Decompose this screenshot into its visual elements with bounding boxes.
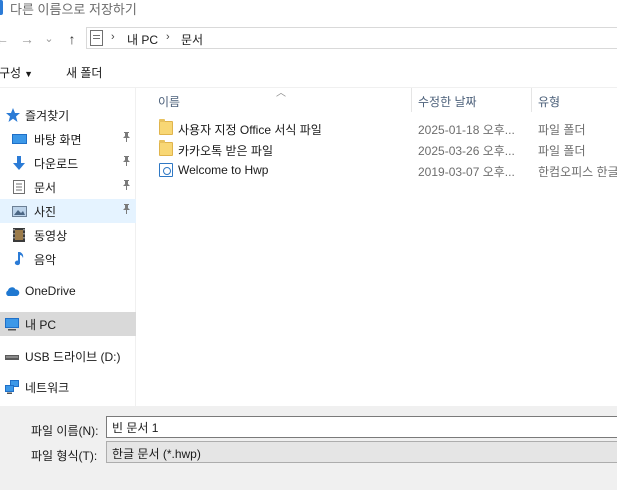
breadcrumb-separator: › (166, 31, 170, 43)
sidebar-item-onedrive[interactable]: OneDrive (0, 280, 136, 304)
recent-locations-button[interactable]: ⌄ (42, 29, 56, 49)
file-list: ︿ 이름 수정한 날짜 유형 사용자 지정 Office 서식 파일 2025-… (137, 88, 617, 406)
music-icon (14, 252, 24, 266)
chevron-down-icon: ▼ (24, 69, 34, 79)
cloud-icon (6, 287, 20, 296)
pictures-icon (12, 206, 27, 217)
column-divider[interactable] (531, 88, 532, 112)
folder-icon (159, 140, 173, 156)
star-icon (6, 108, 20, 122)
breadcrumb-documents[interactable]: 문서 (181, 31, 203, 48)
organize-button[interactable]: 구성 ▼ (0, 64, 33, 81)
sidebar-item-label: 네트워크 (25, 381, 70, 395)
sidebar-item-label: 다운로드 (34, 157, 79, 171)
pin-icon[interactable] (122, 156, 131, 169)
forward-button[interactable]: → (18, 29, 36, 49)
new-folder-button[interactable]: 새 폴더 (66, 64, 102, 81)
file-name: 사용자 지정 Office 서식 파일 (178, 123, 322, 137)
file-row[interactable]: Welcome to Hwp 2019-03-07 오후... 한컴오피스 한글 (155, 161, 617, 181)
sidebar-item-documents[interactable]: 문서 (0, 175, 136, 199)
breadcrumb-separator: › (111, 31, 115, 43)
sidebar-item-label: 즐겨찾기 (25, 109, 70, 123)
sidebar-item-usb-drive[interactable]: USB 드라이브 (D:) (0, 344, 136, 368)
organize-label: 구성 (0, 66, 22, 80)
filename-input[interactable] (106, 416, 617, 438)
navigation-bar: ← → ⌄ ↑ › 내 PC › 문서 (0, 26, 617, 52)
desktop-icon (12, 134, 27, 144)
sidebar-item-network[interactable]: 네트워크 (0, 375, 136, 399)
breadcrumb-my-pc[interactable]: 내 PC (127, 31, 158, 48)
download-icon (13, 156, 25, 170)
file-name: 카카오톡 받은 파일 (178, 144, 273, 158)
pin-icon[interactable] (122, 204, 131, 217)
hwp-file-icon (159, 163, 173, 177)
save-panel: 파일 이름(N): 파일 형식(T): 한글 문서 (*.hwp) (0, 406, 617, 490)
sidebar-item-label: 사진 (34, 205, 57, 219)
sidebar-item-music[interactable]: 음악 (0, 247, 136, 271)
sidebar-item-label: 음악 (34, 253, 57, 267)
filetype-label: 파일 형식(T): (31, 449, 98, 463)
network-icon (5, 380, 19, 394)
address-bar[interactable]: › 내 PC › 문서 (86, 27, 617, 49)
window-title: 다른 이름으로 저장하기 (10, 2, 137, 17)
sidebar-item-downloads[interactable]: 다운로드 (0, 151, 136, 175)
sidebar-item-quick-access[interactable]: 즐겨찾기 (0, 103, 136, 127)
document-icon (13, 180, 25, 194)
file-row[interactable]: 사용자 지정 Office 서식 파일 2025-01-18 오후... 파일 … (155, 119, 617, 139)
filename-label: 파일 이름(N): (31, 424, 99, 438)
command-bar: 구성 ▼ 새 폴더 (0, 56, 617, 88)
pin-icon[interactable] (122, 180, 131, 193)
file-type: 파일 폴더 (538, 123, 586, 137)
sidebar-item-desktop[interactable]: 바탕 화면 (0, 127, 136, 151)
file-type: 한컴오피스 한글 (538, 165, 617, 179)
filetype-value: 한글 문서 (*.hwp) (112, 447, 201, 461)
back-button[interactable]: ← (0, 29, 10, 49)
pin-icon[interactable] (122, 132, 131, 145)
up-button[interactable]: ↑ (63, 29, 81, 49)
column-header-name[interactable]: 이름 (158, 93, 180, 110)
sidebar-item-pictures[interactable]: 사진 (0, 199, 136, 223)
sidebar-item-my-pc[interactable]: 내 PC (0, 312, 136, 336)
usb-drive-icon (5, 355, 19, 360)
file-date: 2025-03-26 오후... (418, 144, 515, 158)
sidebar-item-label: 문서 (34, 181, 57, 195)
filetype-select[interactable]: 한글 문서 (*.hwp) (106, 441, 617, 463)
navigation-pane: 즐겨찾기 바탕 화면 다운로드 문서 사진 동영상 음악 OneDrive 내 … (0, 88, 136, 406)
sort-ascending-icon: ︿ (276, 88, 286, 99)
sidebar-item-label: 동영상 (34, 229, 68, 243)
column-header-type[interactable]: 유형 (538, 93, 560, 110)
sidebar-item-label: OneDrive (25, 284, 76, 298)
title-bar: 다른 이름으로 저장하기 (0, 0, 617, 22)
file-name: Welcome to Hwp (178, 163, 269, 177)
computer-icon (5, 318, 19, 331)
sidebar-item-label: USB 드라이브 (D:) (25, 350, 121, 364)
file-type: 파일 폴더 (538, 144, 586, 158)
file-date: 2025-01-18 오후... (418, 123, 515, 137)
app-icon (0, 0, 3, 15)
sidebar-item-label: 내 PC (25, 318, 57, 332)
sidebar-item-label: 바탕 화면 (34, 133, 82, 147)
folder-icon (159, 119, 173, 135)
video-icon (13, 228, 25, 242)
file-row[interactable]: 카카오톡 받은 파일 2025-03-26 오후... 파일 폴더 (155, 140, 617, 160)
file-date: 2019-03-07 오후... (418, 165, 515, 179)
document-icon (90, 30, 103, 46)
column-divider[interactable] (411, 88, 412, 112)
sidebar-item-videos[interactable]: 동영상 (0, 223, 136, 247)
column-header-date[interactable]: 수정한 날짜 (418, 93, 477, 110)
